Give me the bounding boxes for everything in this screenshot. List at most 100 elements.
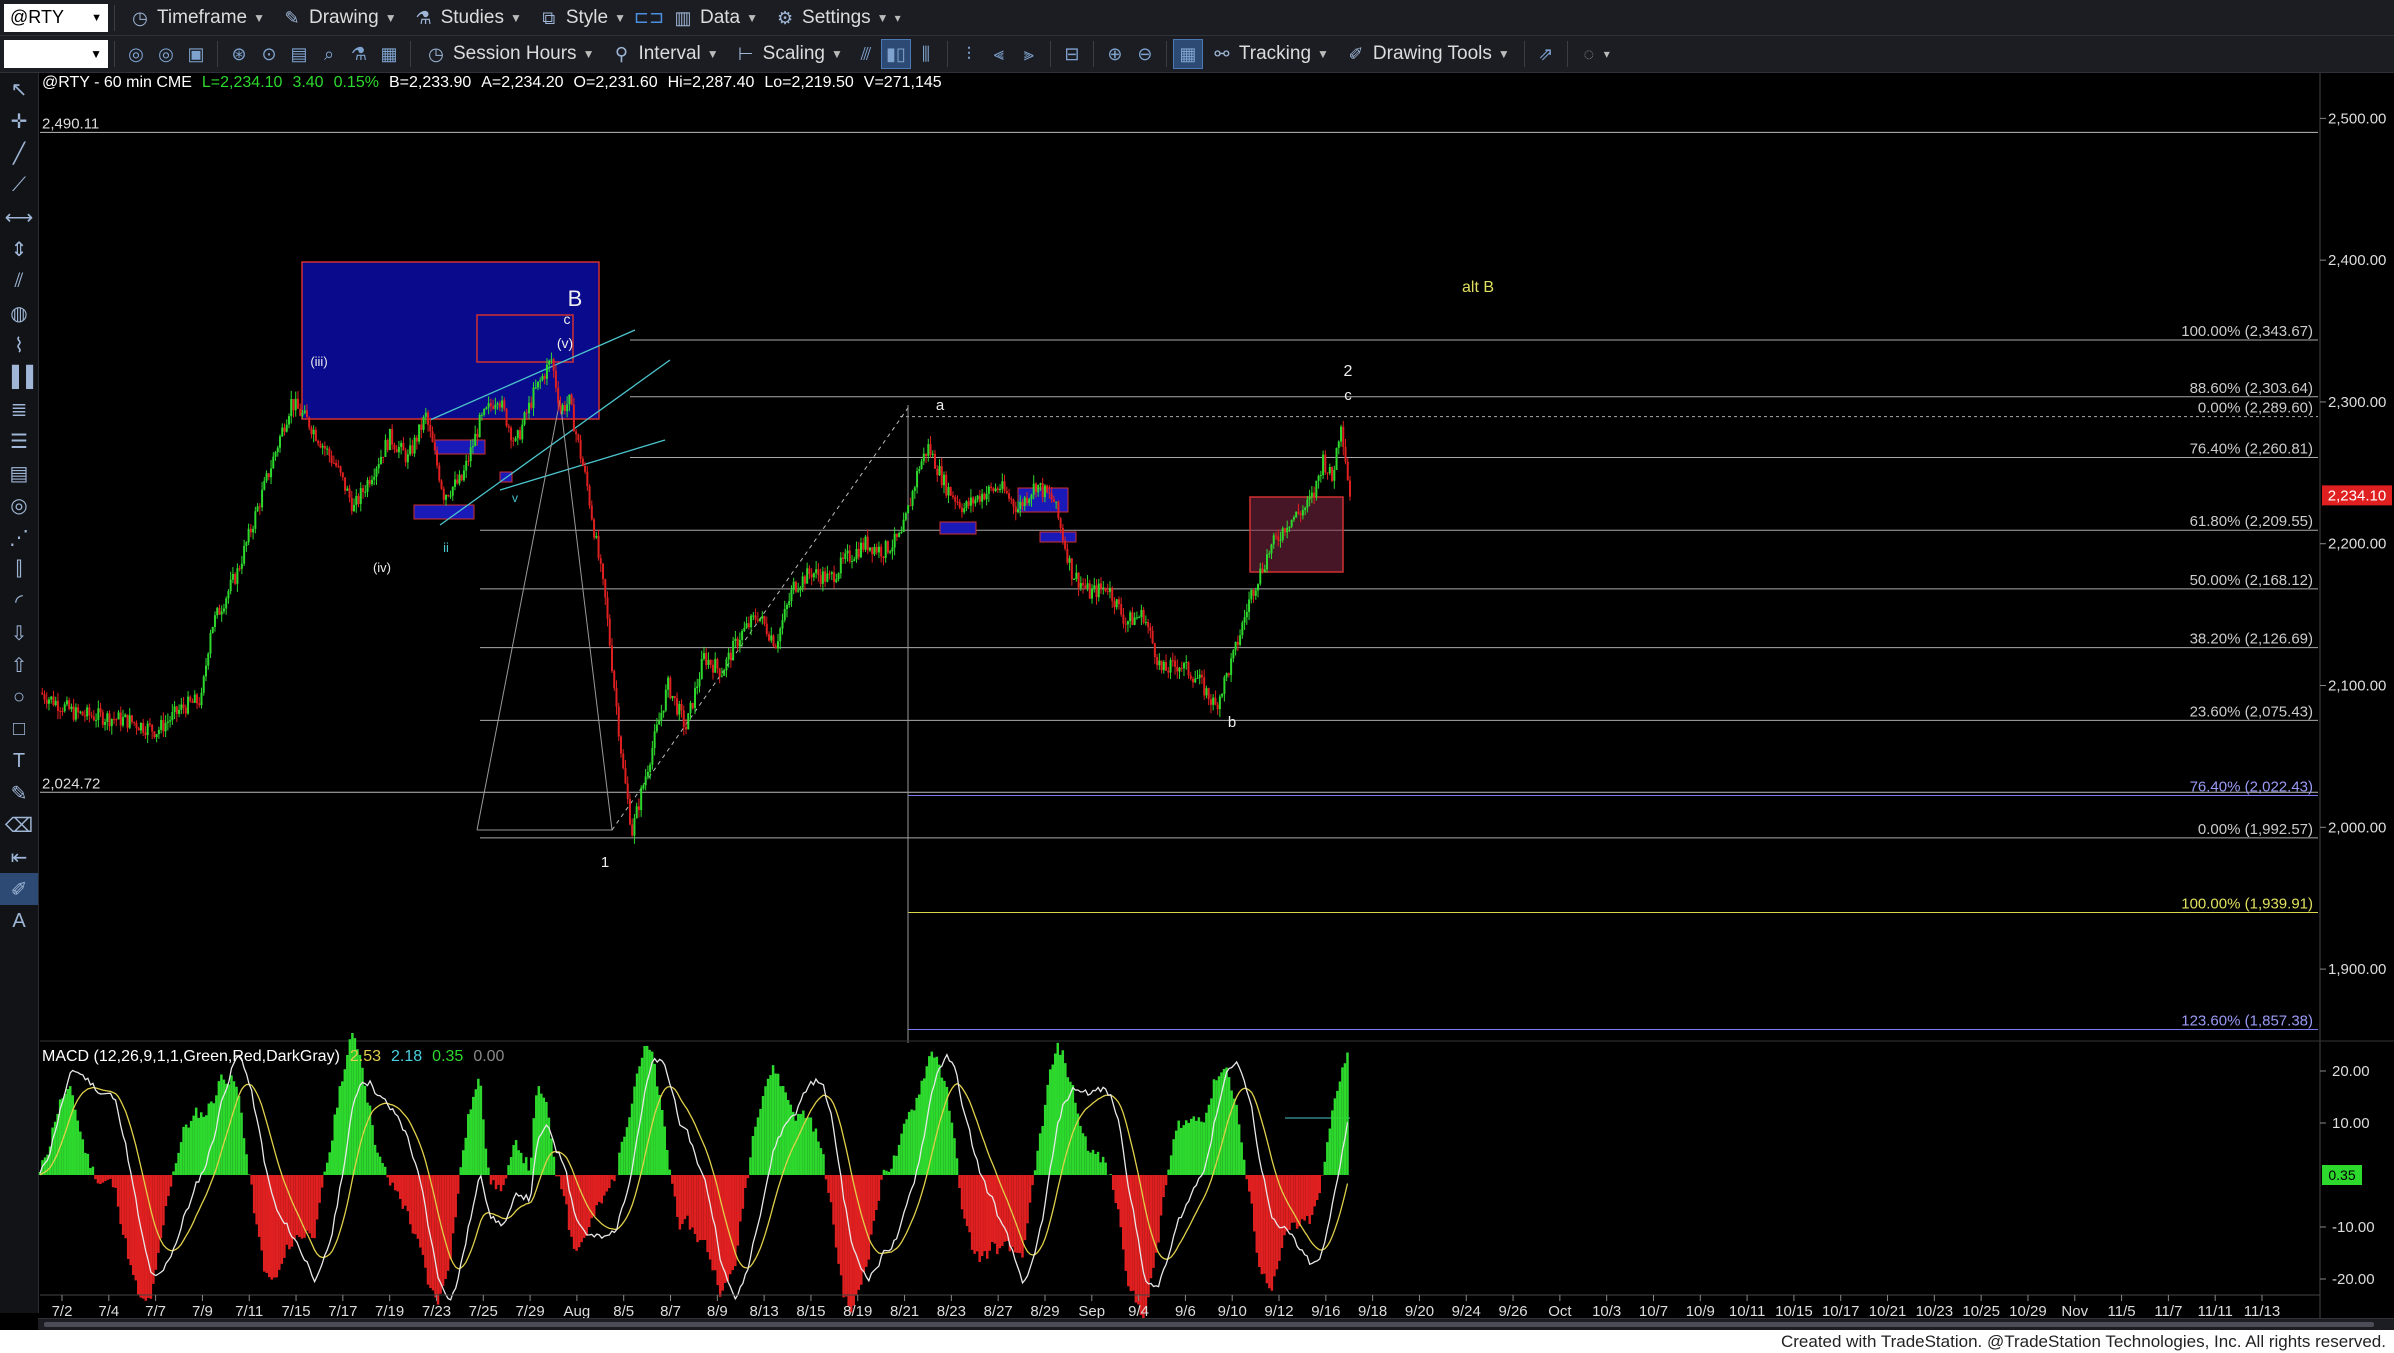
candle-body [1261,568,1264,572]
candle-body [59,710,62,712]
candle-body [1008,493,1011,499]
change-percent: 0.15% [333,74,379,91]
candle-body [530,402,533,408]
candle-body [951,495,954,498]
candle-body [305,410,308,418]
candle-body [366,480,369,492]
candle-body [467,460,470,462]
candle-body [227,591,230,599]
candle-body [330,455,333,463]
candle-body [653,731,656,748]
candle-body [130,715,133,722]
candle-body [245,542,248,546]
candle-body [848,550,851,562]
current-price-label: 2,234.10 [2328,487,2386,504]
candle-body [135,722,138,729]
candle-body [222,608,225,612]
candle-body [705,653,708,665]
candle-body [812,573,815,578]
wave-label: B [568,286,583,311]
candle-body [1066,548,1069,563]
candle-body [1005,490,1008,494]
candle-body [41,692,44,695]
candle-body [584,465,587,472]
candle-body [622,753,625,768]
candle-body [328,448,331,456]
candle-body [534,387,537,389]
candle-body [471,446,474,448]
candle-body [642,785,645,789]
candle-body [1131,612,1134,625]
wave-label: ii [443,540,449,555]
candle-body [415,437,418,442]
candle-body [1122,614,1125,624]
candle-body [714,659,717,673]
candle-body [716,659,719,669]
candle-body [1297,511,1300,514]
candle-body [1248,599,1251,612]
candle-body [969,497,972,506]
candle-body [1129,612,1132,622]
candle-body [77,707,80,713]
candle-body [949,487,952,496]
candle-body [1283,528,1286,533]
candle-body [1135,617,1138,619]
candle-body [1333,469,1336,481]
candle-body [862,542,865,550]
candle-body [790,589,793,601]
candle-body [283,427,286,432]
candle-body [1241,622,1244,636]
macd-value: 2.53 [349,1048,382,1065]
candle-body [1084,585,1087,588]
candle-body [1108,587,1111,592]
candle-body [770,635,773,641]
price-chart[interactable]: 2,490.11 2,024.72 100.00% (2,343.67) 88.60%… [0,0,2394,1330]
candle-body [1290,519,1293,527]
candle-body [655,724,658,732]
candle-body [595,535,598,538]
candle-body [429,424,432,432]
candle-body [1079,583,1082,588]
candle-body [337,465,340,467]
candle-body [427,412,430,425]
candle-body [826,573,829,582]
candle-body [927,444,930,456]
candle-body [124,714,127,718]
candle-body [1254,590,1257,596]
macd-tick-label: -10.00 [2332,1219,2375,1236]
macd-current-label: 0.35 [2328,1167,2355,1183]
candle-body [624,767,627,784]
candle-body [442,488,445,500]
candle-body [296,398,299,409]
candle-body [254,511,257,529]
fib-level-label: 100.00% (1,939.91) [2181,896,2313,913]
candle-body [1349,480,1351,497]
candle-body [1153,643,1156,658]
candle-body [741,631,744,640]
candle-body [925,453,928,456]
candle-body [685,726,688,730]
candle-body [1160,660,1163,671]
candle-body [1012,499,1015,507]
chart-header: @RTY - 60 min CME L=2,234.10 3.40 0.15% … [42,74,942,92]
price-tick-label: 2,200.00 [2328,536,2386,553]
candle-body [963,508,966,513]
candle-body [290,399,293,417]
candle-body [1174,660,1177,667]
candle-body [554,370,557,388]
candle-body [660,712,663,721]
candle-body [65,700,68,705]
candle-body [1115,599,1118,608]
fib-level-label: 50.00% (2,168.12) [2190,572,2313,589]
candle-body [839,557,842,574]
scrollbar-thumb[interactable] [44,1322,2374,1327]
candle-body [633,818,636,836]
candle-body [229,579,232,592]
candle-body [1279,539,1282,541]
candle-body [981,493,984,502]
candle-body [483,408,486,415]
candle-body [599,558,602,564]
candle-body [445,495,448,500]
candle-body [436,450,439,466]
candle-body [1095,585,1098,598]
